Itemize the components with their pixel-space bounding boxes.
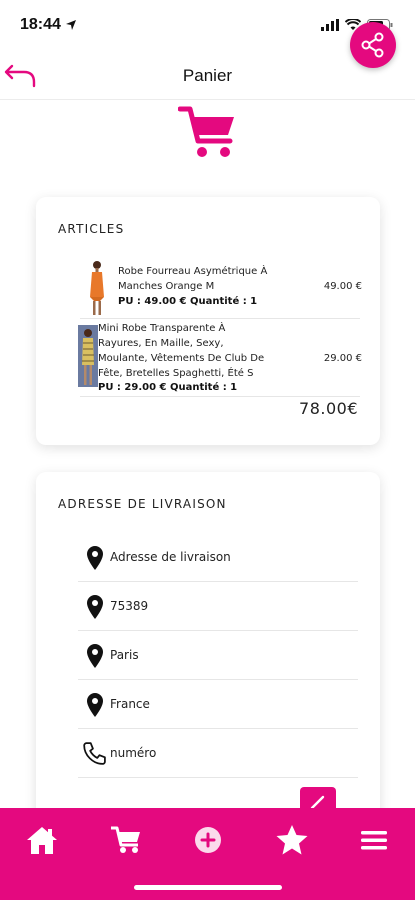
article-name: Robe Fourreau Asymétrique À Manches Oran… bbox=[118, 266, 268, 292]
country-field[interactable]: France bbox=[78, 680, 358, 729]
home-indicator bbox=[134, 885, 282, 890]
city-label: Paris bbox=[110, 648, 139, 662]
article-unit-price: PU : 49.00 € Quantité : 1 bbox=[118, 296, 258, 307]
cart-total: 78.00€ bbox=[299, 399, 358, 418]
nav-bar: Panier bbox=[0, 52, 415, 100]
articles-title: ARTICLES bbox=[58, 222, 125, 236]
article-image bbox=[90, 261, 104, 315]
tab-home[interactable] bbox=[20, 820, 64, 860]
country-label: France bbox=[110, 697, 150, 711]
phone-label: numéro bbox=[110, 746, 157, 760]
star-icon bbox=[276, 825, 308, 855]
phone-icon bbox=[83, 742, 106, 765]
back-arrow-icon bbox=[4, 64, 36, 88]
menu-icon bbox=[361, 831, 387, 850]
page-title: Panier bbox=[182, 65, 233, 85]
article-item[interactable]: Mini Robe Transparente À Rayures, En Mai… bbox=[78, 319, 362, 397]
signal-icon bbox=[321, 19, 339, 31]
tab-menu[interactable] bbox=[352, 820, 396, 860]
address-title: ADRESSE DE LIVRAISON bbox=[58, 497, 227, 511]
city-field[interactable]: Paris bbox=[78, 631, 358, 680]
postal-code-field[interactable]: 75389 bbox=[78, 582, 358, 631]
status-time: 18:44 bbox=[20, 16, 61, 33]
article-unit-price: PU : 29.00 € Quantité : 1 bbox=[98, 382, 238, 393]
article-price: 29.00 € bbox=[323, 353, 362, 364]
article-name: Mini Robe Transparente À Rayures, En Mai… bbox=[98, 323, 265, 379]
article-item[interactable]: Robe Fourreau Asymétrique À Manches Oran… bbox=[80, 255, 362, 319]
address-field[interactable]: Adresse de livraison bbox=[78, 533, 358, 582]
location-pin-icon bbox=[87, 693, 103, 717]
location-arrow-icon bbox=[65, 20, 76, 30]
postal-code-label: 75389 bbox=[110, 599, 149, 613]
tab-cart[interactable] bbox=[104, 820, 148, 860]
plus-circle-icon bbox=[195, 827, 221, 853]
address-label: Adresse de livraison bbox=[110, 550, 231, 564]
address-card: ADRESSE DE LIVRAISON Adresse de livraiso… bbox=[36, 472, 380, 832]
location-pin-icon bbox=[87, 546, 103, 570]
cart-icon bbox=[178, 106, 234, 157]
location-pin-icon bbox=[87, 595, 103, 619]
cart-icon bbox=[111, 826, 140, 853]
article-price: 49.00 € bbox=[323, 281, 362, 292]
back-button[interactable] bbox=[2, 62, 38, 90]
home-icon bbox=[27, 827, 57, 854]
phone-field[interactable]: numéro bbox=[78, 729, 358, 778]
location-pin-icon bbox=[87, 644, 103, 668]
article-image bbox=[78, 325, 98, 387]
tab-favorites[interactable] bbox=[270, 820, 314, 860]
articles-card: ARTICLES Robe Fourreau Asymétrique À Man… bbox=[36, 197, 380, 445]
tab-add[interactable] bbox=[186, 820, 230, 860]
